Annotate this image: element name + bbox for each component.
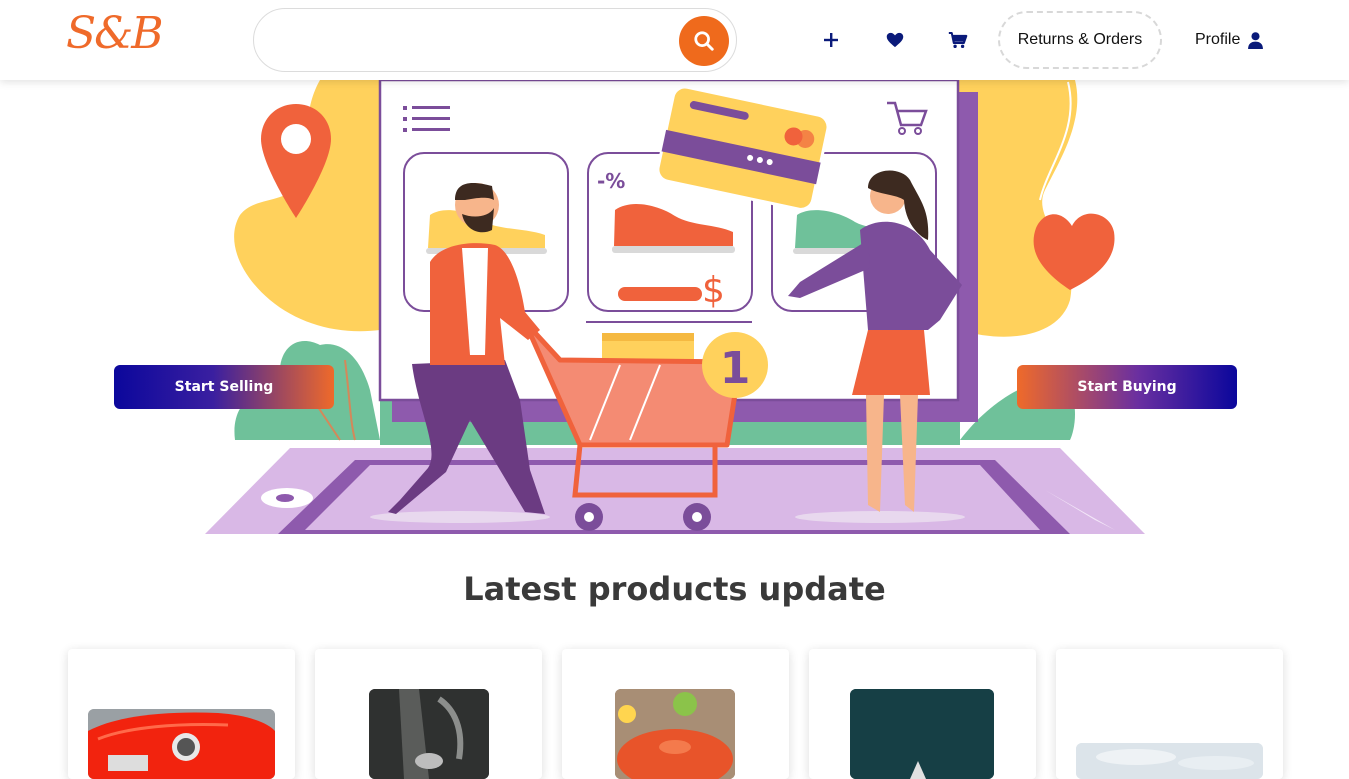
- top-navbar: S&B Returns & Orders Profile: [0, 0, 1349, 80]
- profile-button[interactable]: Profile: [1195, 28, 1264, 52]
- search-input[interactable]: [276, 23, 676, 59]
- wishlist-button[interactable]: [883, 28, 907, 52]
- cart-button[interactable]: [946, 28, 970, 52]
- cart-count-badge: 1: [720, 343, 751, 394]
- shopping-illustration: -% $ 1: [205, 80, 1145, 534]
- plus-icon: [824, 33, 838, 47]
- cart-icon: [948, 31, 968, 48]
- user-icon: [1248, 31, 1264, 49]
- profile-label: Profile: [1195, 31, 1241, 48]
- product-card[interactable]: [315, 649, 542, 779]
- price-currency-label: $: [702, 270, 725, 311]
- add-product-button[interactable]: [819, 28, 843, 52]
- search-button[interactable]: [679, 16, 729, 66]
- product-card[interactable]: [1056, 649, 1283, 779]
- heart-icon: [886, 32, 904, 48]
- product-image-espresso-machine: [369, 689, 489, 779]
- discount-label: -%: [597, 169, 625, 193]
- search-bar: [253, 8, 737, 72]
- product-card[interactable]: [562, 649, 789, 779]
- site-logo[interactable]: S&B: [66, 8, 164, 59]
- product-image-red-car: [88, 709, 275, 779]
- product-image-light-sky-product: [1076, 743, 1263, 779]
- search-icon: [694, 31, 714, 51]
- hero-banner: -% $ 1 Start Selling Start Buying: [0, 80, 1349, 534]
- start-selling-button[interactable]: Start Selling: [114, 365, 334, 409]
- product-card[interactable]: [68, 649, 295, 779]
- latest-products-heading: Latest products update: [463, 570, 886, 608]
- product-image-orange-cooking-pot: [615, 689, 735, 779]
- start-buying-button[interactable]: Start Buying: [1017, 365, 1237, 409]
- product-image-dark-teal-product: [850, 689, 994, 779]
- returns-orders-button[interactable]: Returns & Orders: [998, 11, 1162, 69]
- product-card[interactable]: [809, 649, 1036, 779]
